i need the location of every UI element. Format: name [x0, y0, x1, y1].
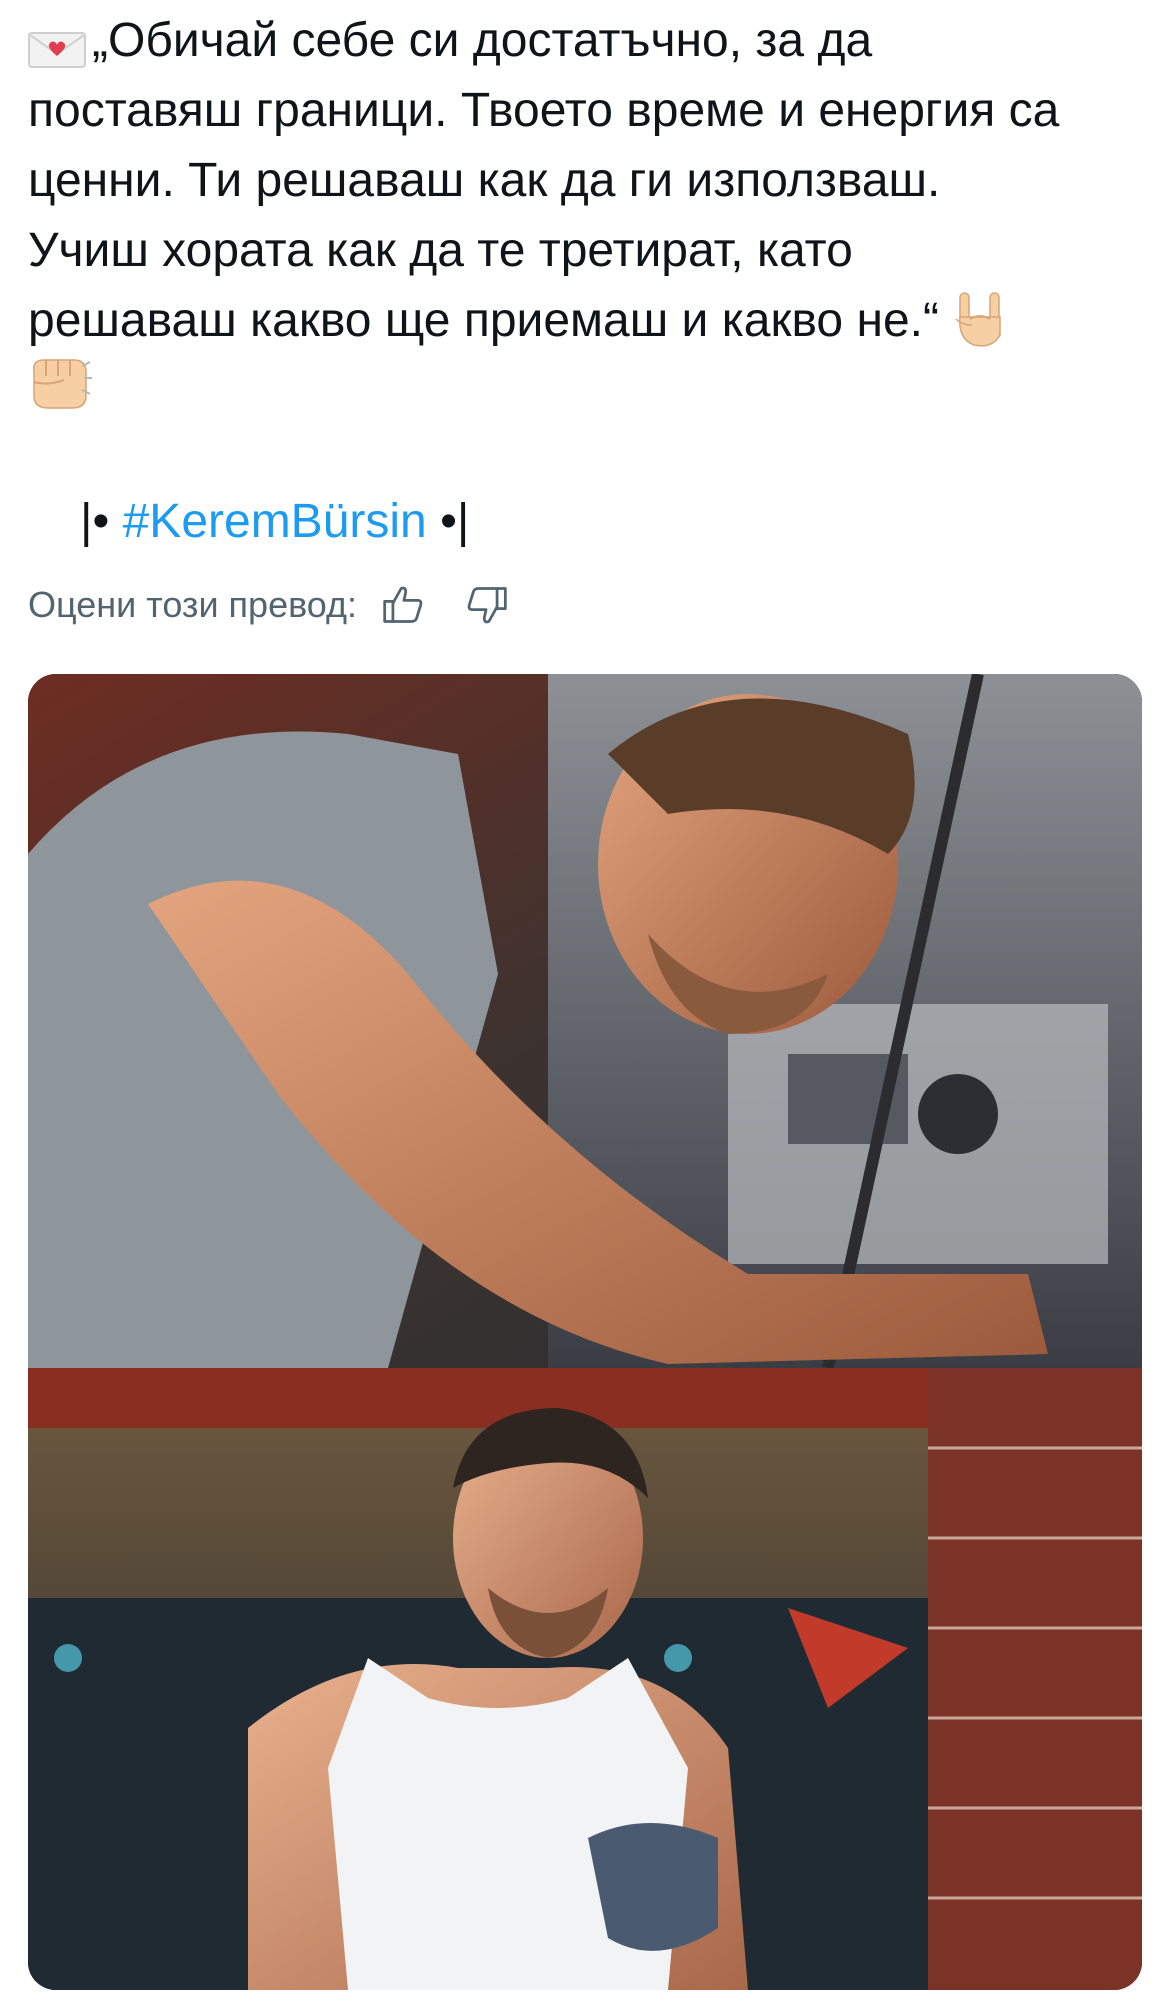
hashtag-link[interactable]: #KeremBürsin — [123, 495, 427, 548]
rate-translation-label: Оцени този превод: — [28, 584, 358, 625]
post-text: „Обичай себе си достатъчно, за да постав… — [28, 6, 1148, 356]
post-text-line-3: ценни. Ти решаваш как да ги използваш. — [28, 154, 941, 207]
post-text-line-4: Учиш хората как да те третират, като — [28, 224, 853, 277]
post-text-line-5: решаваш какво ще приемаш и какво не.“ — [28, 286, 1148, 356]
hashtag-line: |• #KeremBürsin •| — [80, 495, 470, 548]
photo-man-in-white-tank-top-garage[interactable] — [28, 1368, 1142, 1990]
fist-bump-icon — [28, 352, 94, 414]
post-text-line-1: „Обичай себе си достатъчно, за да — [28, 6, 1148, 76]
thumbs-up-icon[interactable] — [379, 581, 427, 629]
post-text-line-2: поставяш граници. Твоето време и енергия… — [28, 84, 1060, 137]
rate-translation-row: Оцени този превод: — [28, 580, 547, 630]
post-media[interactable] — [28, 674, 1142, 1990]
thumbs-down-icon[interactable] — [463, 581, 511, 629]
rock-on-hand-icon — [952, 289, 1010, 349]
love-letter-icon — [28, 18, 88, 69]
photo-man-working-on-car-engine[interactable] — [28, 674, 1142, 1368]
